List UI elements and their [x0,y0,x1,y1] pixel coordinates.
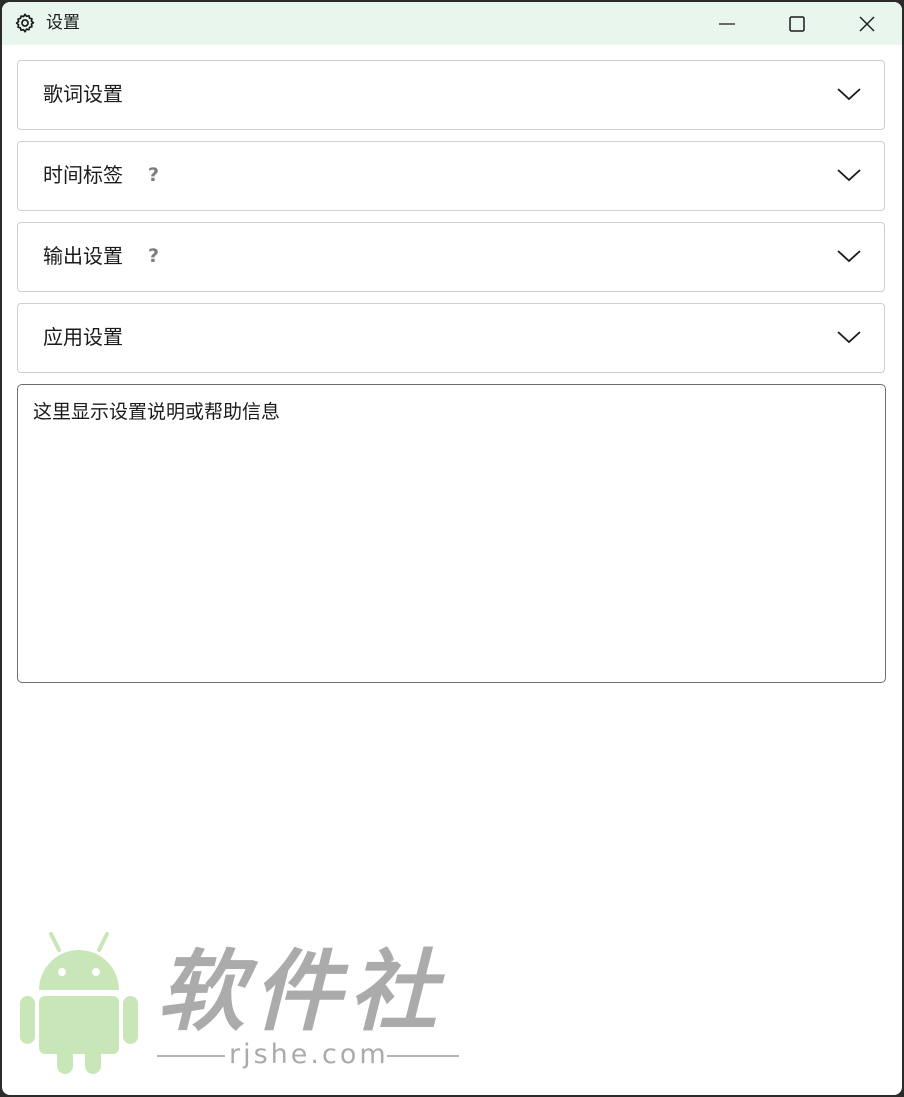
watermark: 软件社 rjshe.com [17,930,467,1080]
help-icon[interactable]: ? [148,223,159,290]
section-label: 应用设置 [43,325,123,349]
section-app-settings[interactable]: 应用设置 [17,303,885,373]
divider [387,1055,459,1057]
watermark-title: 软件社 [157,940,446,1043]
maximize-icon [789,15,805,32]
maximize-button[interactable] [762,2,832,45]
section-time-tags[interactable]: 时间标签 ? [17,141,885,211]
section-output-settings[interactable]: 输出设置 ? [17,222,885,292]
close-icon [859,16,875,31]
window-title: 设置 [46,13,80,33]
chevron-down-icon[interactable] [836,85,862,103]
section-label: 时间标签 [43,163,123,187]
section-label: 歌词设置 [43,82,123,106]
chevron-down-icon[interactable] [836,166,862,184]
section-label: 输出设置 [43,244,123,268]
minimize-button[interactable] [692,2,762,45]
section-lyrics-settings[interactable]: 歌词设置 [17,60,885,130]
help-icon[interactable]: ? [148,142,159,209]
android-robot-icon [20,932,138,1074]
divider [157,1055,225,1057]
title-bar: 设置 [2,2,902,45]
help-info-textbox[interactable]: 这里显示设置说明或帮助信息 [17,384,886,683]
minimize-icon [719,22,735,25]
close-button[interactable] [832,2,902,45]
watermark-url: rjshe.com [229,1039,389,1070]
settings-window: 设置 歌词设置 时间标签 ? 输出设置 ? 应用设置 这里显示设置说明或帮助信息… [2,2,902,1095]
gear-icon [15,13,35,33]
help-info-text: 这里显示设置说明或帮助信息 [33,401,281,423]
chevron-down-icon[interactable] [836,247,862,265]
chevron-down-icon[interactable] [836,328,862,346]
